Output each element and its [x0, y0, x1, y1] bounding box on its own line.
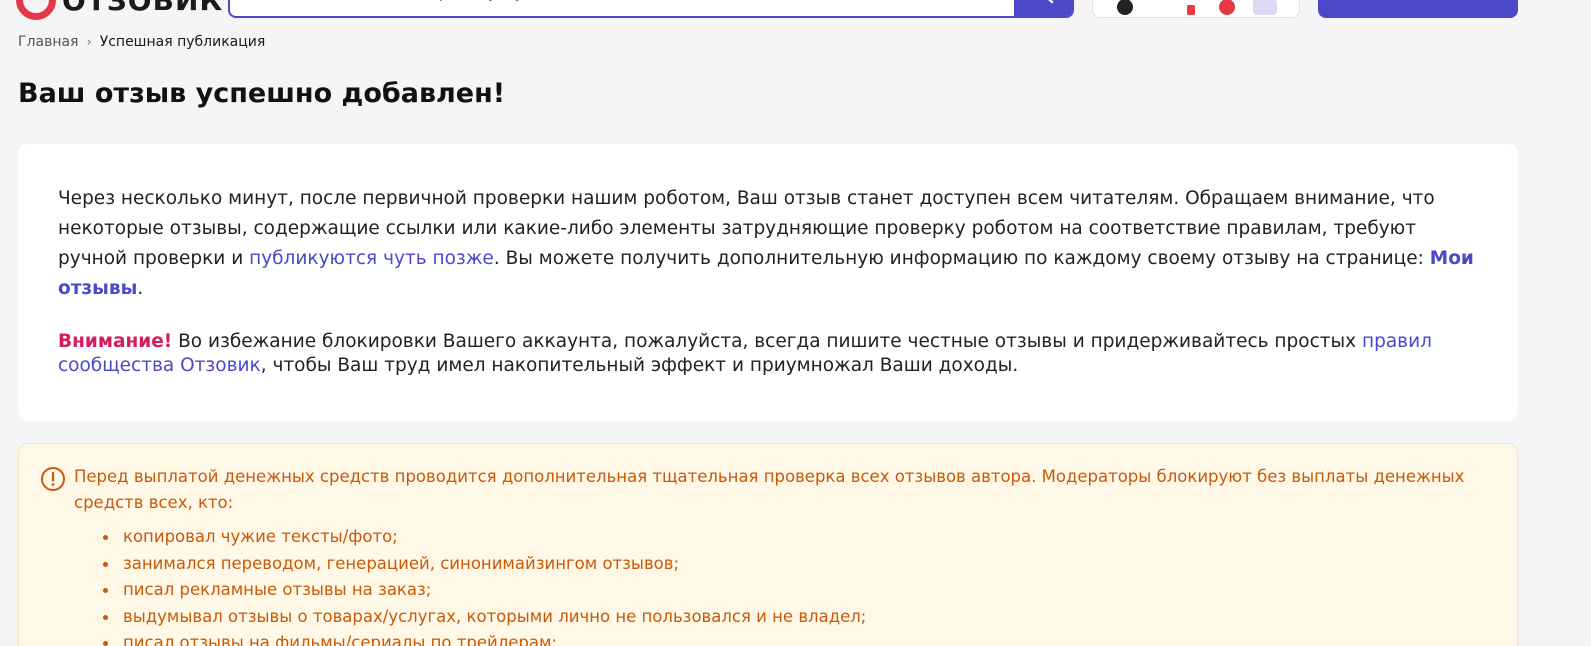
search-box: [228, 0, 1074, 18]
header: ОТЗОВИК: [0, 0, 1591, 20]
list-item: копировал чужие тексты/фото;: [103, 524, 1483, 551]
logo-icon: [16, 0, 56, 20]
breadcrumb-separator: ›: [86, 34, 92, 50]
publication-info-end: .: [137, 278, 144, 299]
success-card: Через несколько минут, после первичной п…: [18, 144, 1518, 421]
page: ОТЗОВИК Главная › Успешная публикация Ва…: [0, 0, 1591, 646]
social-icon-pinterest[interactable]: [1219, 0, 1235, 15]
breadcrumb: Главная › Успешная публикация: [18, 34, 265, 50]
published-later-link[interactable]: публикуются чуть позже: [249, 248, 494, 269]
add-review-button[interactable]: [1318, 0, 1518, 18]
publication-info-text-2: . Вы можете получить дополнительную инфо…: [493, 248, 1430, 269]
list-item: писал отзывы на фильмы/сериалы по трейле…: [103, 630, 1483, 646]
attention-label: Внимание!: [58, 331, 173, 352]
attention-text-2: , чтобы Ваш труд имел накопительный эффе…: [260, 355, 1019, 376]
social-icon-vk[interactable]: [1117, 0, 1133, 15]
logo[interactable]: ОТЗОВИК: [16, 0, 223, 20]
list-item: занимался переводом, генерацией, синоним…: [103, 551, 1483, 578]
social-icon-ok[interactable]: [1187, 5, 1195, 15]
warning-intro: Перед выплатой денежных средств проводит…: [74, 467, 1465, 512]
search-button[interactable]: [1014, 0, 1072, 16]
success-message: Через несколько минут, после первичной п…: [58, 184, 1478, 378]
page-title: Ваш отзыв успешно добавлен!: [18, 78, 506, 109]
social-links: [1092, 0, 1300, 18]
list-item: писал рекламные отзывы на заказ;: [103, 577, 1483, 604]
breadcrumb-home-link[interactable]: Главная: [18, 34, 78, 50]
attention-text: Во избежание блокировки Вашего аккаунта,…: [172, 331, 1362, 352]
publication-info: Через несколько минут, после первичной п…: [58, 184, 1478, 304]
search-icon: [1048, 0, 1054, 4]
logo-text: ОТЗОВИК: [62, 0, 224, 17]
exclamation-circle-icon: [41, 467, 65, 491]
payout-warning: Перед выплатой денежных средств проводит…: [18, 443, 1518, 646]
breadcrumb-current: Успешная публикация: [99, 34, 266, 50]
violation-list: копировал чужие тексты/фото; занимался п…: [103, 524, 1483, 646]
social-icon-other[interactable]: [1253, 0, 1277, 15]
attention-note: Внимание! Во избежание блокировки Вашего…: [58, 330, 1478, 378]
list-item: выдумывал отзывы о товарах/услугах, кото…: [103, 604, 1483, 631]
search-input[interactable]: [230, 0, 1010, 16]
